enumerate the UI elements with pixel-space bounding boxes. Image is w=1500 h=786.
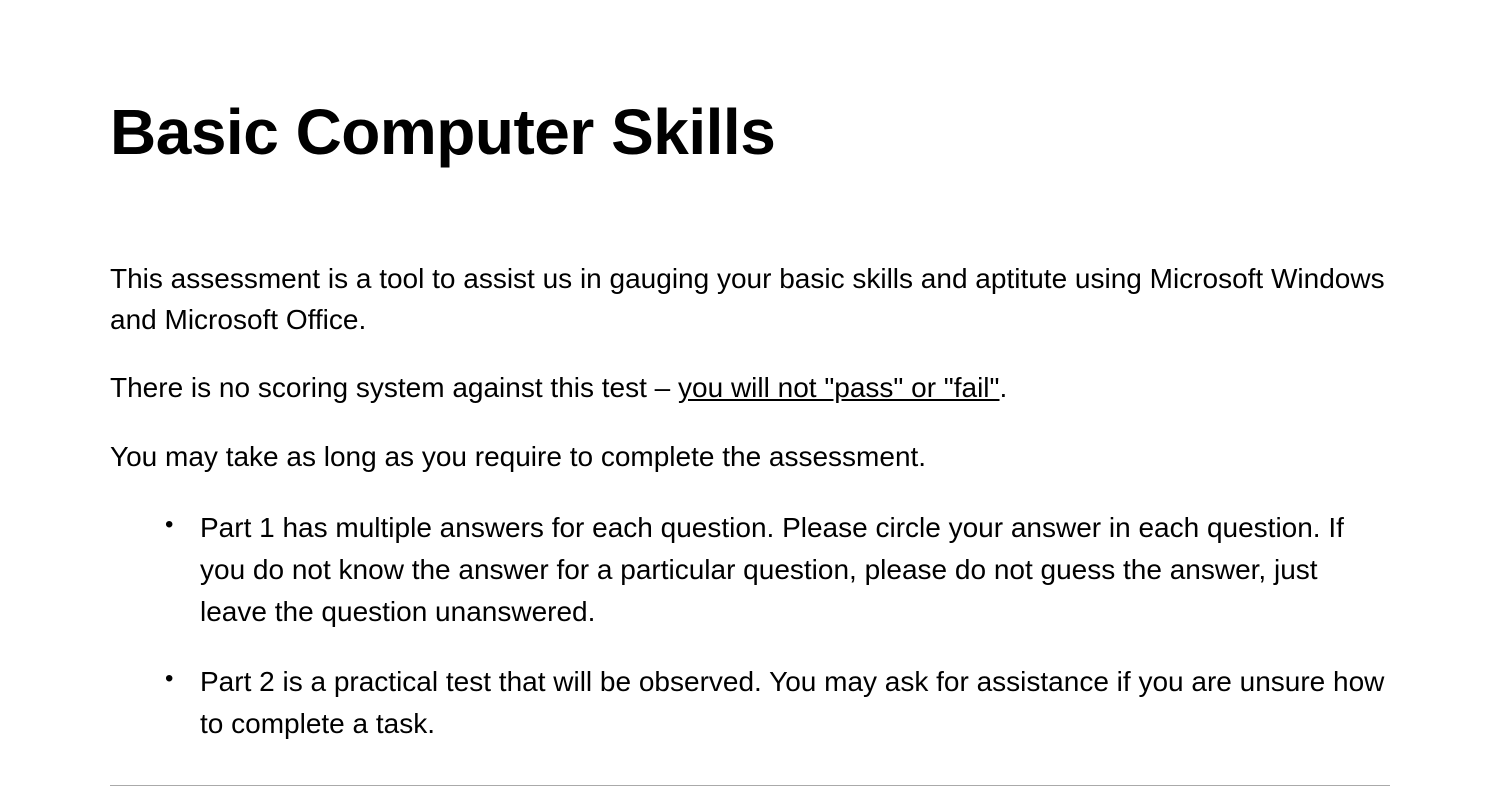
list-item: Part 2 is a practical test that will be … [200, 661, 1390, 745]
scoring-underlined: you will not "pass" or "fail" [678, 372, 999, 403]
page-title: Basic Computer Skills [110, 95, 1390, 169]
bullet-list: Part 1 has multiple answers for each que… [110, 507, 1390, 745]
intro-paragraph: This assessment is a tool to assist us i… [110, 259, 1390, 340]
scoring-paragraph: There is no scoring system against this … [110, 368, 1390, 409]
scoring-suffix: . [999, 372, 1007, 403]
scoring-prefix: There is no scoring system against this … [110, 372, 678, 403]
timing-paragraph: You may take as long as you require to c… [110, 437, 1390, 478]
list-item: Part 1 has multiple answers for each que… [200, 507, 1390, 633]
